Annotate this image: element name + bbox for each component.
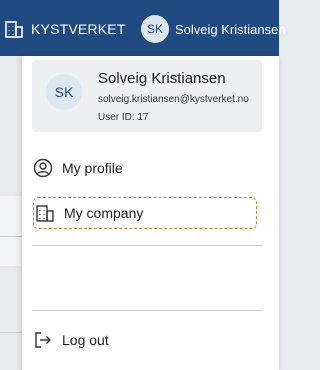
- user-avatar: SK: [46, 74, 82, 110]
- building-icon: [4, 19, 24, 39]
- background-divider: [0, 236, 22, 237]
- menu-divider: [32, 245, 263, 246]
- top-bar: KYSTVERKET SK Solveig Kristiansen: [0, 0, 286, 56]
- user-menu-button[interactable]: SK Solveig Kristiansen: [141, 15, 286, 43]
- user-dropdown-menu: SK Solveig Kristiansen solveig.kristians…: [22, 56, 279, 370]
- company-name: KYSTVERKET: [31, 21, 126, 37]
- menu-divider: [32, 310, 263, 311]
- user-email: solveig.kristiansen@kystverket.no: [98, 94, 249, 105]
- menu-item-label: Log out: [62, 332, 109, 348]
- menu-item-my-company[interactable]: My company: [33, 197, 257, 229]
- logout-icon: [32, 329, 54, 351]
- menu-item-log-out[interactable]: Log out: [32, 324, 262, 356]
- menu-item-my-profile[interactable]: My profile: [32, 152, 262, 184]
- user-full-name: Solveig Kristiansen: [98, 70, 226, 87]
- building-icon: [34, 202, 56, 224]
- user-circle-icon: [32, 157, 54, 179]
- user-id: User ID: 17: [98, 112, 149, 123]
- menu-item-label: My profile: [62, 160, 123, 176]
- menu-item-label: My company: [64, 205, 144, 221]
- background-divider: [0, 332, 22, 333]
- company-switcher[interactable]: KYSTVERKET: [4, 16, 126, 42]
- background-page-panel: [0, 196, 22, 266]
- user-info-card: SK Solveig Kristiansen solveig.kristians…: [32, 60, 262, 132]
- user-name: Solveig Kristiansen: [175, 21, 286, 37]
- avatar: SK: [141, 15, 169, 43]
